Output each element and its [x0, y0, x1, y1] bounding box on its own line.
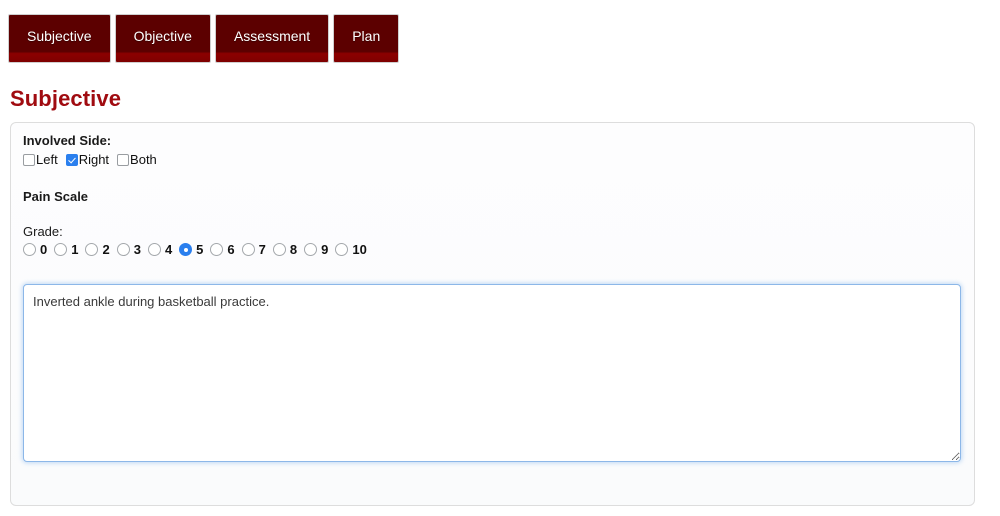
checkbox-item-right[interactable]: Right — [65, 152, 110, 167]
radio-4-label: 4 — [164, 242, 173, 257]
tab-assessment[interactable]: Assessment — [214, 14, 330, 63]
pain-scale-label: Pain Scale — [23, 189, 89, 204]
radio-2-box[interactable] — [85, 243, 99, 256]
radio-4-box[interactable] — [147, 243, 161, 256]
radio-3-label: 3 — [133, 242, 141, 257]
radio-7-box[interactable] — [241, 243, 255, 256]
tab-subjective[interactable]: Subjective — [8, 14, 111, 63]
radio-2-label: 2 — [102, 242, 110, 257]
grade-label: Grade: — [23, 224, 63, 239]
radio-item-4[interactable]: 4 — [147, 242, 173, 257]
subjective-notes-textarea[interactable] — [23, 284, 961, 462]
radio-10-label: 10 — [352, 242, 367, 257]
radio-5-label: 5 — [196, 242, 204, 257]
radio-item-3[interactable]: 3 — [116, 242, 141, 257]
tab-objective[interactable]: Objective — [114, 14, 211, 63]
radio-item-5[interactable]: 5 — [179, 242, 203, 257]
radio-10-box[interactable] — [335, 243, 349, 256]
radio-6-box[interactable] — [210, 243, 224, 256]
radio-0-box[interactable] — [23, 243, 36, 256]
radio-item-1[interactable]: 1 — [54, 242, 78, 257]
checkbox-item-both[interactable]: Both — [117, 152, 157, 167]
radio-8-label: 8 — [289, 242, 298, 257]
radio-3-box[interactable] — [116, 243, 130, 256]
tab-plan-label: Plan — [352, 27, 381, 44]
radio-5-box[interactable] — [179, 243, 193, 256]
checkbox-item-left[interactable]: Left — [23, 152, 58, 167]
radio-9-label: 9 — [321, 242, 329, 257]
checkbox-both-label: Both — [130, 152, 157, 167]
soap-tab-bar: Subjective Objective Assessment Plan — [8, 14, 400, 63]
radio-item-10[interactable]: 10 — [335, 242, 367, 257]
radio-8-box[interactable] — [272, 243, 286, 256]
involved-side-checkbox-group: Left Right Both — [23, 152, 962, 167]
involved-side-label: Involved Side: — [23, 133, 112, 148]
tab-assessment-label: Assessment — [233, 27, 311, 44]
radio-item-9[interactable]: 9 — [304, 242, 328, 257]
checkbox-both-box[interactable] — [117, 153, 130, 166]
radio-item-7[interactable]: 7 — [241, 242, 266, 257]
radio-item-8[interactable]: 8 — [272, 242, 298, 257]
tab-objective-label: Objective — [133, 27, 192, 44]
radio-1-box[interactable] — [54, 243, 68, 256]
tab-plan[interactable]: Plan — [333, 14, 400, 63]
tab-subjective-label: Subjective — [27, 27, 92, 44]
page-title: Subjective — [10, 86, 122, 111]
subjective-notes-wrapper — [23, 284, 962, 462]
radio-7-label: 7 — [258, 242, 266, 257]
checkbox-left-label: Left — [36, 152, 58, 167]
checkbox-right-box[interactable] — [65, 153, 78, 166]
radio-6-label: 6 — [227, 242, 235, 257]
pain-grade-radio-group: 0 1 2 3 4 5 6 7 8 9 10 — [23, 242, 962, 257]
radio-item-6[interactable]: 6 — [210, 242, 235, 257]
checkbox-left-box[interactable] — [23, 153, 35, 166]
radio-0-label: 0 — [40, 242, 48, 257]
radio-1-label: 1 — [71, 242, 79, 257]
radio-item-0[interactable]: 0 — [23, 242, 47, 257]
subjective-form-panel: Involved Side: Left Right Both Pain Scal… — [10, 122, 975, 506]
checkbox-right-label: Right — [78, 152, 110, 167]
radio-9-box[interactable] — [304, 243, 318, 256]
radio-item-2[interactable]: 2 — [85, 242, 110, 257]
